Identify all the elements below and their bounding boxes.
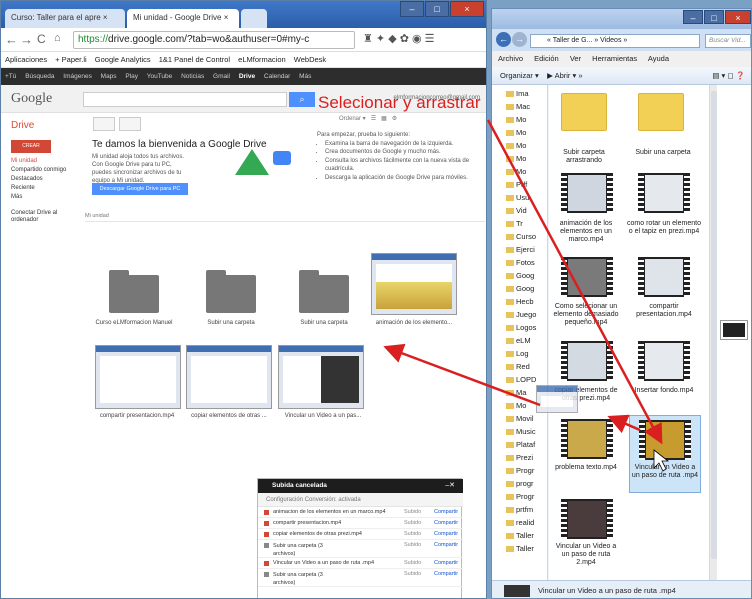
drag-arrow-down	[486, 119, 663, 445]
annotation-arrows	[383, 119, 670, 472]
cursor-icon	[653, 449, 670, 472]
drag-arrow-left-short	[607, 414, 641, 434]
drag-arrow-to-drive	[383, 343, 541, 407]
